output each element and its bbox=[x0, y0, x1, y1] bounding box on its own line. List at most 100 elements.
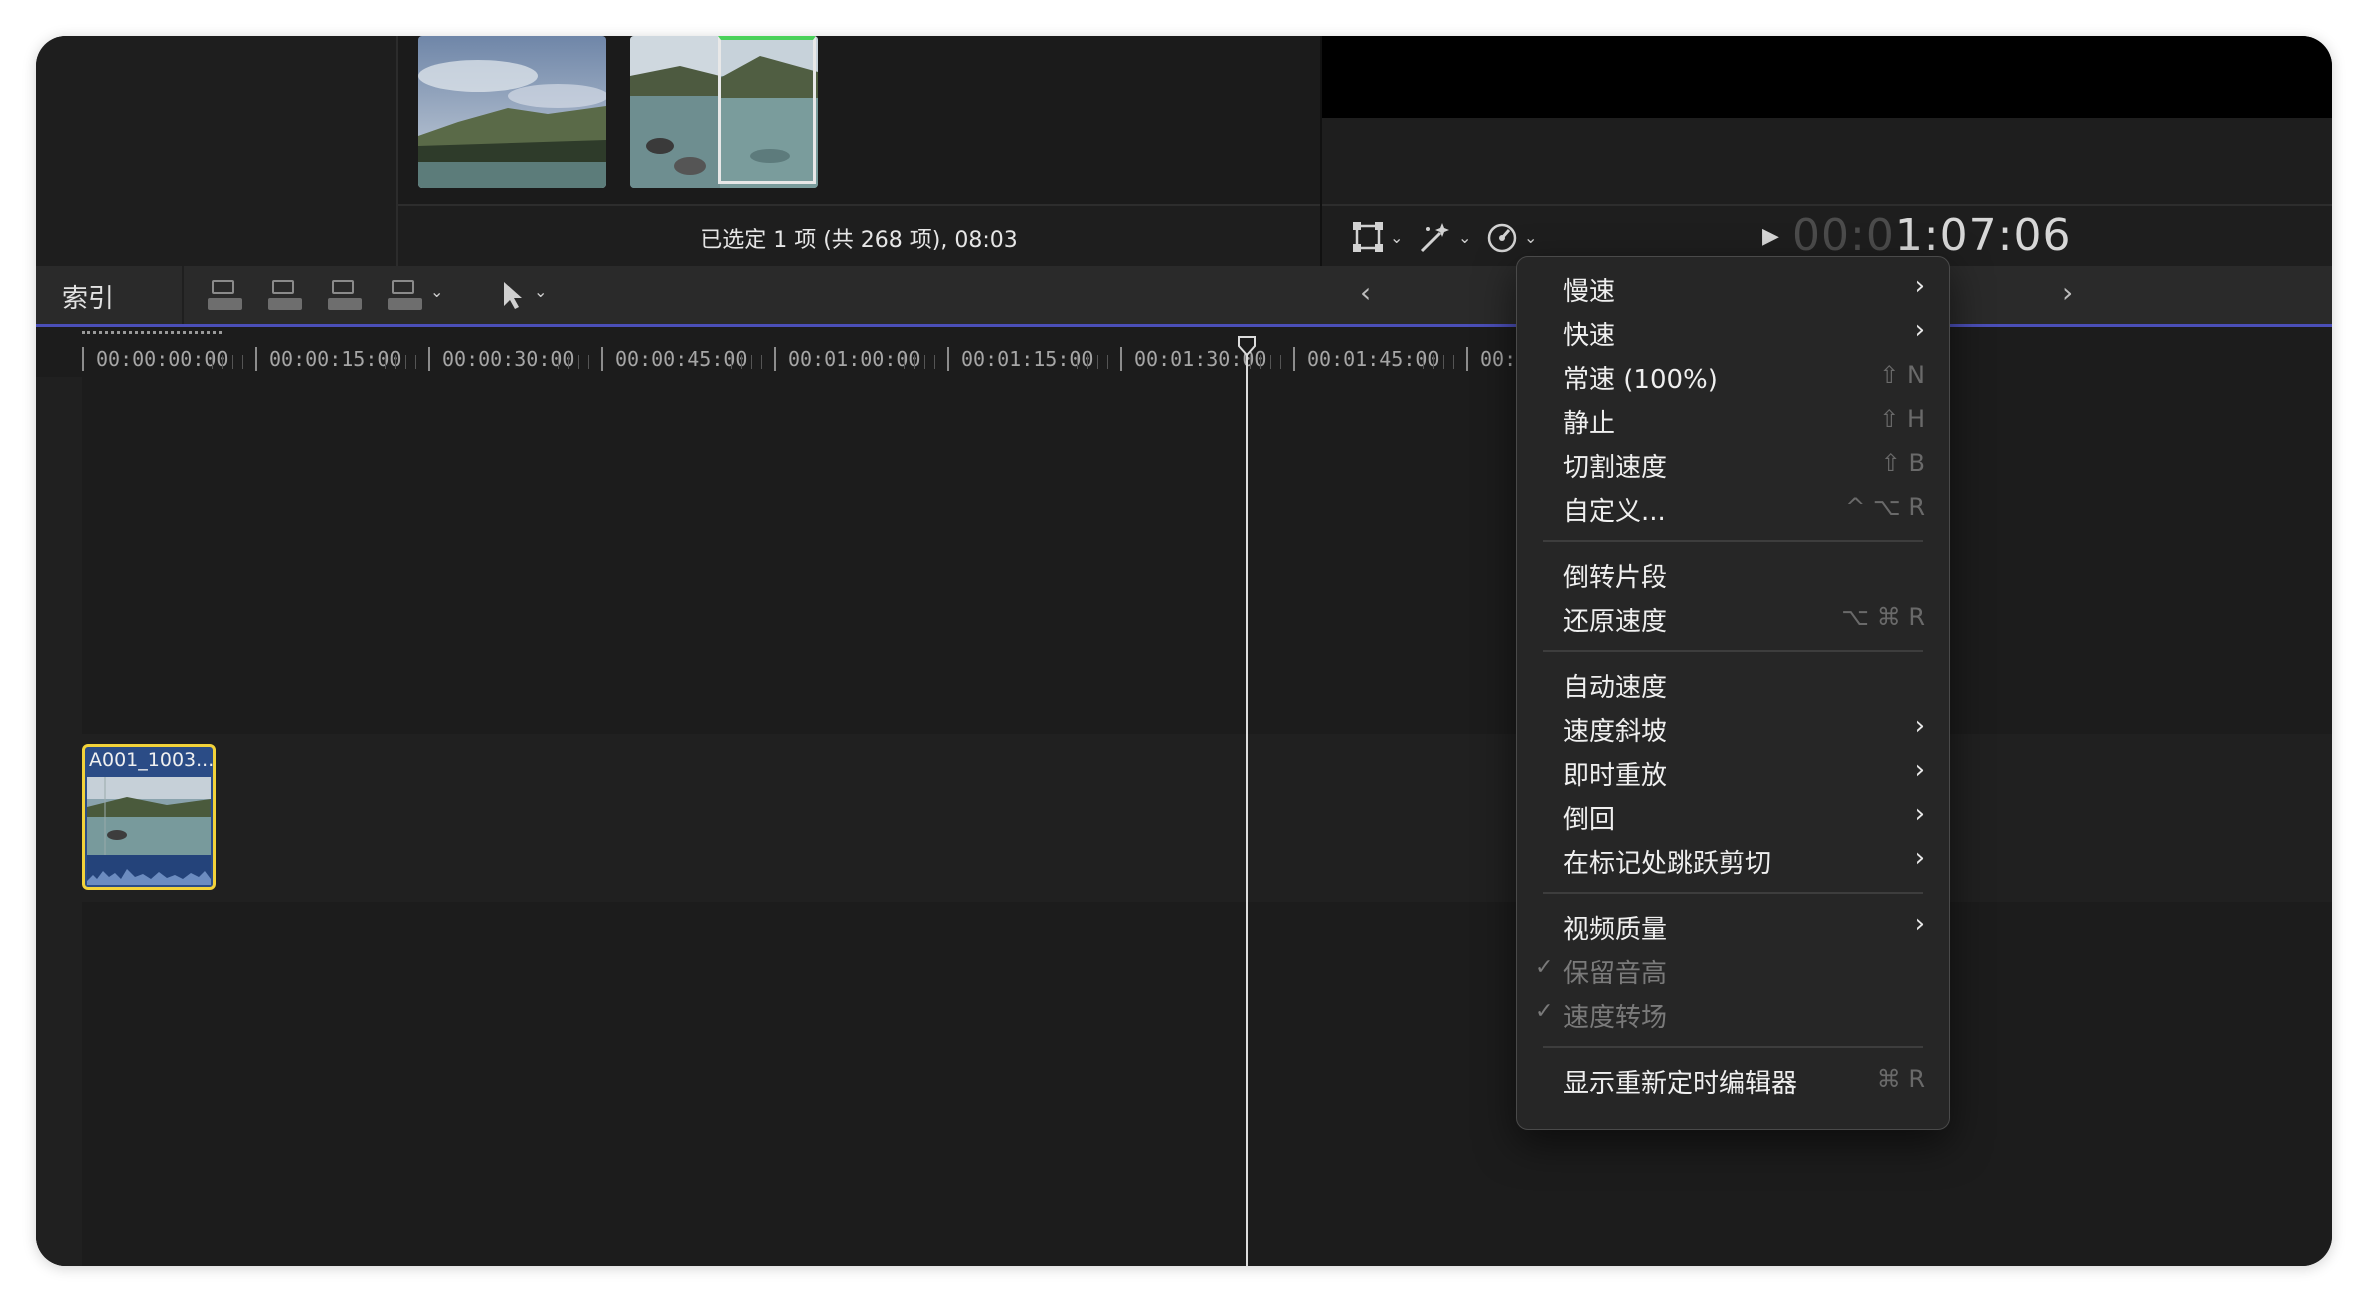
browser-status-bar: 已选定 1 项 (共 268 项), 08:03 bbox=[398, 204, 1320, 268]
ruler-minor-tick bbox=[405, 355, 406, 369]
menu-item[interactable]: 快速 › bbox=[1517, 311, 1949, 351]
storyline-bar bbox=[328, 298, 362, 310]
menu-item-label: 快速 bbox=[1563, 321, 1616, 351]
ruler-minor-tick bbox=[232, 355, 233, 369]
menu-item[interactable]: 常速 (100%) ⇧ N bbox=[1517, 355, 1949, 395]
ruler-time-label: 00:01:00:00 bbox=[788, 347, 921, 371]
menu-item[interactable]: 倒回 › bbox=[1517, 795, 1949, 835]
playhead-line[interactable] bbox=[1246, 336, 1248, 1266]
ruler-minor-tick bbox=[1260, 355, 1261, 369]
ruler-minor-tick bbox=[222, 355, 223, 369]
enhance-menu-button[interactable]: ⌄ bbox=[1418, 220, 1471, 254]
clip-browser bbox=[398, 36, 1320, 204]
menu-item[interactable]: 速度斜坡 › bbox=[1517, 707, 1949, 747]
ruler-time-label: 00:00:00:00 bbox=[96, 347, 229, 371]
ruler-minor-tick bbox=[1453, 355, 1454, 369]
ruler-time-label: 00:00:30:00 bbox=[442, 347, 575, 371]
waveform-graphic bbox=[87, 869, 211, 885]
connect-icon bbox=[212, 280, 234, 294]
chevron-right-icon: › bbox=[1914, 799, 1925, 829]
viewer-background bbox=[1322, 118, 2332, 204]
menu-item[interactable]: 还原速度 ⌥ ⌘ R bbox=[1517, 597, 1949, 637]
menu-item-label: 倒回 bbox=[1563, 805, 1616, 835]
connect-clip-button[interactable] bbox=[208, 278, 242, 312]
menu-item-label: 常速 (100%) bbox=[1563, 365, 1718, 395]
menu-item[interactable]: 静止 ⇧ H bbox=[1517, 399, 1949, 439]
ruler-major-tick bbox=[1466, 347, 1468, 371]
retime-menu-button[interactable]: ⌄ bbox=[1486, 220, 1537, 254]
viewer-canvas bbox=[1322, 36, 2332, 118]
ruler-time-label: 00:00:45:00 bbox=[615, 347, 748, 371]
menu-item-shortcut: ⇧ H bbox=[1879, 405, 1925, 433]
index-button[interactable]: 索引 bbox=[62, 278, 114, 315]
timecode-value: 1:07:06 bbox=[1894, 210, 2072, 261]
toolbar-divider bbox=[182, 266, 184, 324]
tool-select-button[interactable] bbox=[500, 280, 524, 314]
menu-item-shortcut: ⇧ B bbox=[1880, 449, 1925, 477]
menu-item-label: 视频质量 bbox=[1563, 915, 1668, 945]
ruler-minor-tick bbox=[415, 355, 416, 369]
menu-item[interactable]: 视频质量 › bbox=[1517, 905, 1949, 945]
libraries-sidebar bbox=[36, 36, 398, 266]
ruler-major-tick bbox=[1120, 347, 1122, 371]
timeline-clip[interactable]: A001_1003... bbox=[82, 744, 216, 890]
append-clip-button[interactable] bbox=[328, 278, 362, 312]
ruler-time-label: 00:01:45:00 bbox=[1307, 347, 1440, 371]
storyline-bar bbox=[388, 298, 422, 310]
transform-menu-button[interactable]: ⌄ bbox=[1352, 220, 1403, 254]
ruler-minor-tick bbox=[1097, 355, 1098, 369]
ruler-time-label: 00:00:15:00 bbox=[269, 347, 402, 371]
playhead-handle[interactable] bbox=[1238, 336, 1256, 356]
menu-item[interactable]: 在标记处跳跃剪切 › bbox=[1517, 839, 1949, 879]
browser-clip-1[interactable] bbox=[418, 36, 606, 188]
menu-item-label: 显示重新定时编辑器 bbox=[1563, 1069, 1798, 1099]
ruler-minor-tick bbox=[1443, 355, 1444, 369]
menu-item[interactable]: 倒转片段 bbox=[1517, 553, 1949, 593]
ruler-minor-tick bbox=[904, 355, 905, 369]
chevron-down-icon[interactable]: ⌄ bbox=[430, 282, 443, 301]
menu-item-shortcut: ⇧ N bbox=[1879, 361, 1925, 389]
chevron-right-icon: › bbox=[1914, 315, 1925, 345]
menu-separator bbox=[1543, 540, 1923, 542]
storyline-bar bbox=[268, 298, 302, 310]
browser-clip-2[interactable] bbox=[630, 36, 818, 188]
timecode-display[interactable]: 00:01:07:06 bbox=[1792, 210, 2071, 261]
clip-filmstrip bbox=[87, 777, 211, 855]
menu-item[interactable]: 自定义... ^ ⌥ R bbox=[1517, 487, 1949, 527]
ruler-minor-tick bbox=[741, 355, 742, 369]
clip-thumbnail-image bbox=[418, 36, 606, 188]
ruler-major-tick bbox=[82, 347, 84, 371]
timeline-toolbar: 索引 ⌄ ⌄ ‹ › bbox=[36, 266, 2332, 327]
menu-separator bbox=[1543, 650, 1923, 652]
chevron-down-icon[interactable]: ⌄ bbox=[534, 282, 547, 301]
ruler-minor-tick bbox=[1433, 355, 1434, 369]
chevron-right-icon: › bbox=[1914, 711, 1925, 741]
ruler-major-tick bbox=[1293, 347, 1295, 371]
menu-item[interactable]: 自动速度 bbox=[1517, 663, 1949, 703]
timeline-ruler[interactable]: 00:00:00:00 00:00:15:00 00:00:30:00 00:00:4… bbox=[36, 327, 2332, 377]
ruler-minor-tick bbox=[568, 355, 569, 369]
ruler-time-label: 00:01:15:00 bbox=[961, 347, 1094, 371]
primary-storyline[interactable] bbox=[82, 734, 2332, 902]
overwrite-clip-button[interactable] bbox=[388, 278, 422, 312]
ruler-minor-tick bbox=[731, 355, 732, 369]
menu-item[interactable]: 切割速度 ⇧ B bbox=[1517, 443, 1949, 483]
menu-item[interactable]: 显示重新定时编辑器 ⌘ R bbox=[1517, 1059, 1949, 1099]
insert-clip-button[interactable] bbox=[268, 278, 302, 312]
nav-next-arrow[interactable]: › bbox=[2062, 276, 2073, 309]
ruler-minor-tick bbox=[751, 355, 752, 369]
menu-item-label: 慢速 bbox=[1563, 277, 1616, 307]
ruler-minor-tick bbox=[761, 355, 762, 369]
menu-item[interactable]: 即时重放 › bbox=[1517, 751, 1949, 791]
crop-transform-icon bbox=[1353, 222, 1383, 252]
chevron-down-icon: ⌄ bbox=[1390, 227, 1404, 247]
selection-status: 已选定 1 项 (共 268 项), 08:03 bbox=[700, 228, 1018, 253]
menu-separator bbox=[1543, 1046, 1923, 1048]
clip-audio-waveform bbox=[87, 855, 211, 885]
insert-icon bbox=[272, 280, 294, 294]
ruler-major-tick bbox=[947, 347, 949, 371]
play-icon[interactable]: ▶ bbox=[1762, 224, 1779, 249]
menu-item[interactable]: 慢速 › bbox=[1517, 267, 1949, 307]
ruler-minor-tick bbox=[385, 355, 386, 369]
nav-prev-arrow[interactable]: ‹ bbox=[1360, 276, 1371, 309]
